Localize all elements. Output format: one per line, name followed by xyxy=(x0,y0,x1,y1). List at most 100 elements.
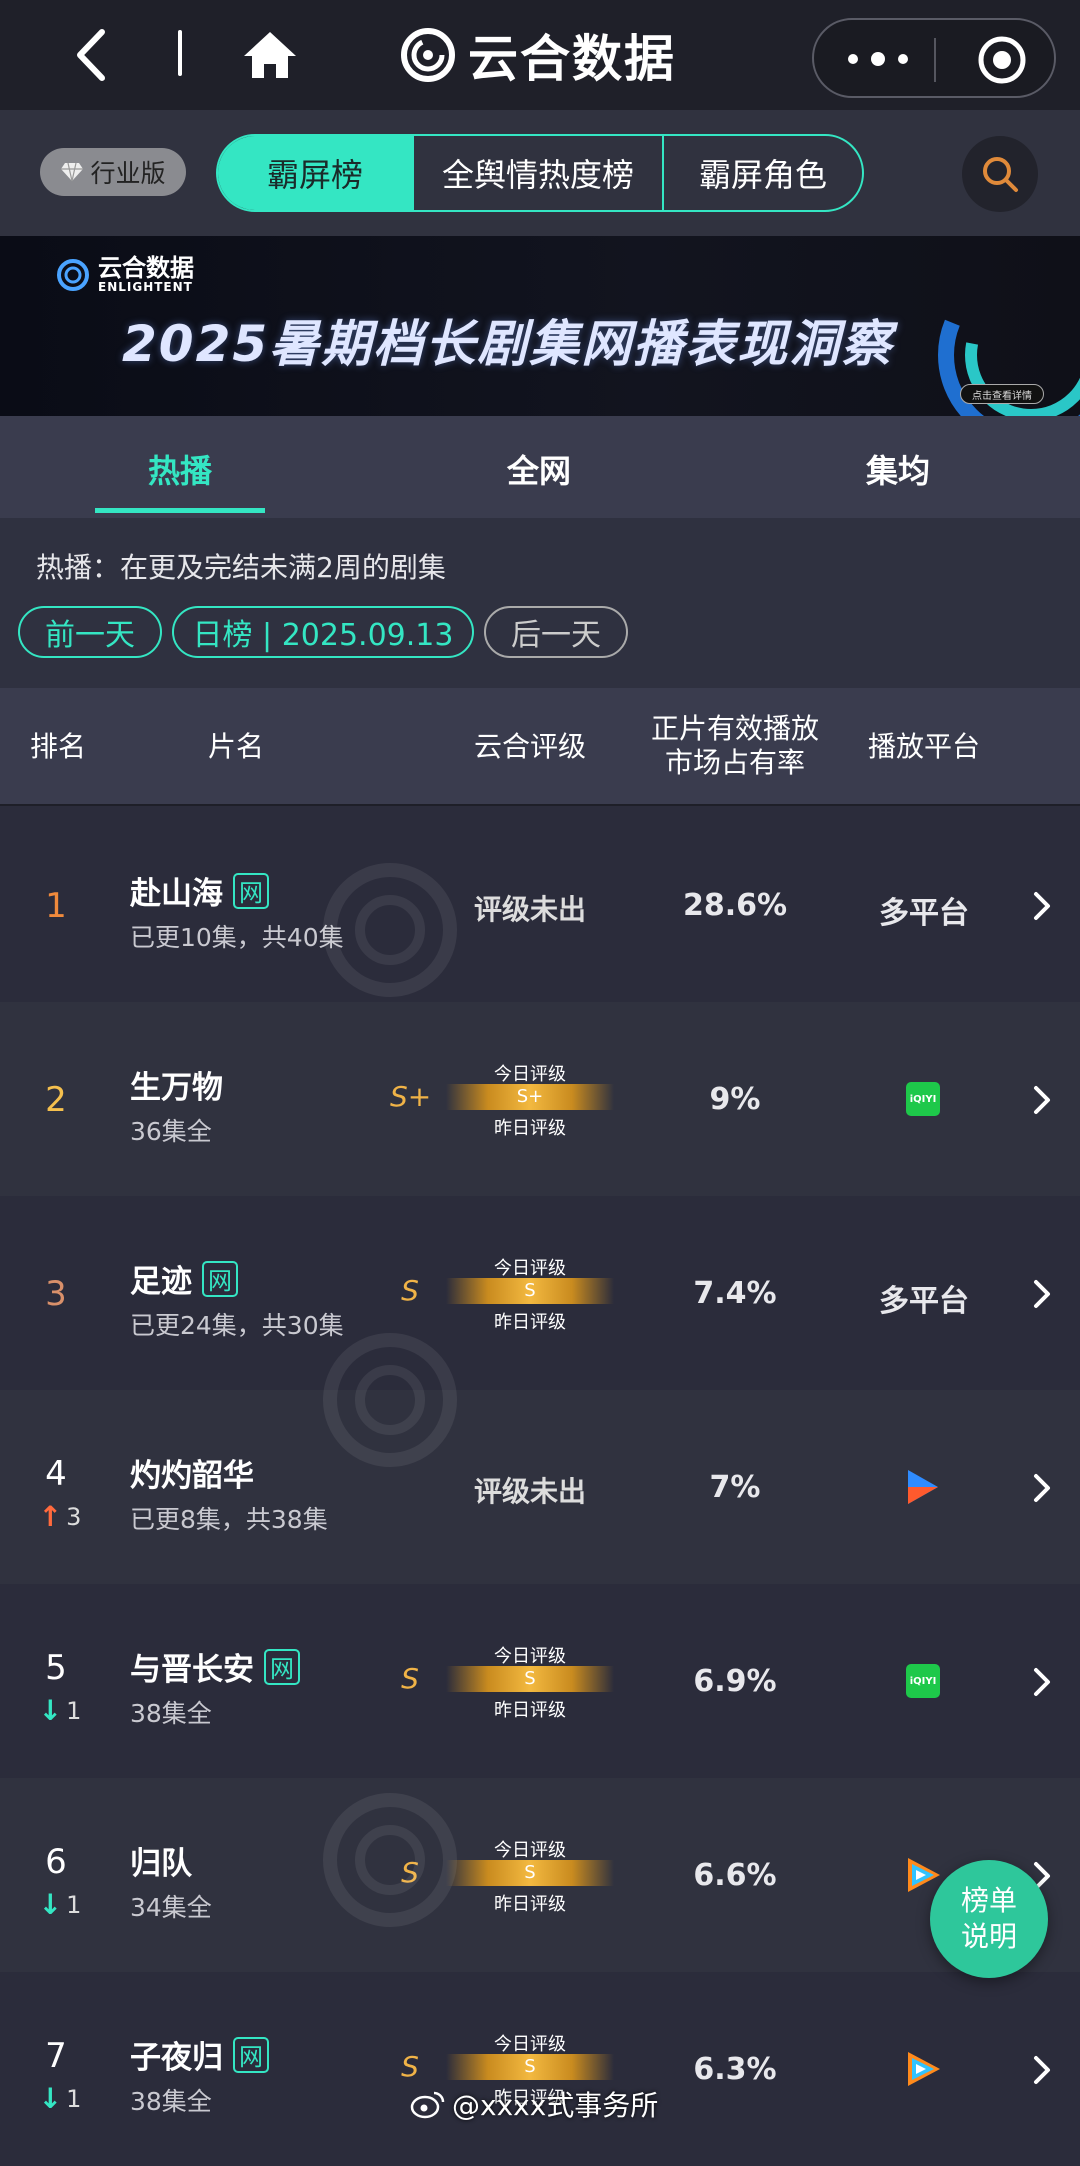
active-subtab-indicator xyxy=(95,508,265,513)
grade-pending: 评级未出 xyxy=(473,893,586,926)
header-title: 片名 xyxy=(207,730,264,763)
platform-multi: 多平台 xyxy=(879,1284,969,1319)
previous-day-button[interactable]: 前一天 xyxy=(18,606,162,658)
table-row[interactable]: 3 足迹 网 已更24集，共30集 S 今日评级 S 昨日评级 7.4% 多平台 xyxy=(0,1196,1080,1390)
episode-status: 38集全 xyxy=(130,1699,212,1728)
show-title-text: 与晋长安 xyxy=(130,1652,254,1688)
rank-down-arrow-icon: ↓ xyxy=(38,1888,63,1921)
web-series-tag: 网 xyxy=(233,872,269,909)
show-title: 生万物 xyxy=(130,1062,223,1107)
more-icon[interactable] xyxy=(848,44,908,74)
grade-letter: S xyxy=(401,2050,419,2083)
subtab-per-episode[interactable]: 集均 xyxy=(866,446,930,492)
rank-change: ↓ 1 xyxy=(30,2082,90,2115)
header-grade: 云合评级 xyxy=(473,730,586,763)
yesterday-grade-label: 昨日评级 xyxy=(494,1700,566,1721)
weibo-handle: @xxxx式事务所 xyxy=(452,2089,659,2122)
iqiyi-icon: iQIYI xyxy=(906,1082,940,1116)
rank-down-arrow-icon: ↓ xyxy=(38,2082,63,2115)
show-title: 归队 xyxy=(130,1838,192,1883)
market-share: 28.6% xyxy=(682,888,788,923)
header-platform: 播放平台 xyxy=(867,730,980,763)
market-share: 7% xyxy=(709,1470,761,1505)
table-row[interactable]: 4 ↑ 3 灼灼韶华 已更8集，共38集 评级未出 7% xyxy=(0,1390,1080,1584)
banner-logo-icon xyxy=(57,259,89,291)
iqiyi-icon: iQIYI xyxy=(906,1664,940,1698)
date-selector[interactable]: 日榜 | 2025.09.13 xyxy=(172,606,474,658)
nav-separator xyxy=(178,30,182,76)
next-day-button[interactable]: 后一天 xyxy=(484,606,628,658)
banner-logo-en: ENLIGHTENT xyxy=(98,280,193,294)
rank-change: ↓ 1 xyxy=(30,1694,90,1727)
brand-name: 云合数据 xyxy=(468,30,676,88)
today-grade-label: 今日评级 xyxy=(494,1258,566,1279)
banner-title: 2025暑期档长剧集网播表现洞察 xyxy=(122,315,894,373)
grade-value: S xyxy=(524,1280,536,1301)
chevron-right-icon[interactable] xyxy=(1030,2052,1054,2088)
table-row[interactable]: 6 ↓ 1 归队 34集全 S 今日评级 S 昨日评级 6.6% xyxy=(0,1778,1080,1972)
grade-pending: 评级未出 xyxy=(473,1475,586,1508)
rank-change-value: 3 xyxy=(66,1502,82,1531)
chevron-right-icon[interactable] xyxy=(1030,1470,1054,1506)
brand-logo-icon xyxy=(401,28,455,82)
chevron-right-icon[interactable] xyxy=(1030,1664,1054,1700)
ranking-explanation-button[interactable]: 榜单 说明 xyxy=(930,1860,1048,1978)
table-header: 排名 片名 云合评级 正片有效播放 市场占有率 播放平台 xyxy=(0,688,1080,806)
tencent-video-icon xyxy=(908,2052,940,2086)
episode-status: 34集全 xyxy=(130,1893,212,1922)
market-share: 6.9% xyxy=(693,1664,777,1699)
yesterday-grade-label: 昨日评级 xyxy=(494,1312,566,1333)
banner-detail-button[interactable]: 点击查看详情 xyxy=(960,384,1044,404)
tab-dominance-list[interactable]: 霸屏榜 xyxy=(218,136,414,210)
search-button[interactable] xyxy=(962,136,1038,212)
tab-dominant-roles[interactable]: 霸屏角色 xyxy=(664,136,862,210)
episode-status: 38集全 xyxy=(130,2087,212,2116)
market-share: 7.4% xyxy=(693,1276,777,1311)
header-share-line2: 市场占有率 xyxy=(664,746,805,779)
promo-banner[interactable]: 云合数据 ENLIGHTENT 2025暑期档长剧集网播表现洞察 点击查看详情 xyxy=(0,236,1080,416)
today-grade-label: 今日评级 xyxy=(494,1064,566,1085)
subtab-hot[interactable]: 热播 xyxy=(148,446,212,492)
ranking-tabs: 霸屏榜 全舆情热度榜 霸屏角色 xyxy=(216,134,864,212)
table-row[interactable]: 1 赴山海 网 已更10集，共40集 评级未出 28.6% 多平台 xyxy=(0,808,1080,1002)
grade-letter: S xyxy=(401,1662,419,1695)
back-icon[interactable] xyxy=(62,22,122,88)
date-filter-section: 热播：在更及完结未满2周的剧集 前一天 日榜 | 2025.09.13 后一天 xyxy=(0,518,1080,688)
brand: 云合数据 xyxy=(400,22,676,88)
grade-gauge: 今日评级 S+ 昨日评级 xyxy=(446,1060,614,1139)
weibo-icon xyxy=(410,2091,445,2119)
show-title-text: 子夜归 xyxy=(130,2040,223,2076)
web-series-tag: 网 xyxy=(233,2036,269,2073)
top-navigation-bar: 云合数据 xyxy=(0,0,1080,110)
chevron-right-icon[interactable] xyxy=(1030,1276,1054,1312)
list-description: 热播：在更及完结未满2周的剧集 xyxy=(36,551,446,584)
header-share-line1: 正片有效播放 xyxy=(650,712,819,745)
table-row[interactable]: 7 ↓ 1 子夜归 网 38集全 S 今日评级 S 昨日评级 6.3% xyxy=(0,1972,1080,2166)
rank-change-value: 1 xyxy=(66,1890,82,1919)
grade-gauge: 今日评级 S 昨日评级 xyxy=(446,1254,614,1333)
grade-gauge: 今日评级 S 昨日评级 xyxy=(446,1642,614,1721)
rank-number: 5 xyxy=(45,1648,67,1688)
rank-up-arrow-icon: ↑ xyxy=(38,1500,63,1533)
grade-gauge: 今日评级 S 昨日评级 xyxy=(446,1836,614,1915)
explanation-line1: 榜单 xyxy=(960,1884,1017,1917)
subtab-all-network[interactable]: 全网 xyxy=(507,446,571,492)
table-row[interactable]: 5 ↓ 1 与晋长安 网 38集全 S 今日评级 S 昨日评级 6.9% iQIYI xyxy=(0,1584,1080,1778)
home-icon[interactable] xyxy=(238,22,302,88)
show-title-text: 足迹 xyxy=(130,1264,192,1300)
grade-value: S xyxy=(524,1862,536,1883)
chevron-right-icon[interactable] xyxy=(1030,1082,1054,1118)
industry-edition-badge[interactable]: 行业版 xyxy=(40,148,186,196)
rank-down-arrow-icon: ↓ xyxy=(38,1694,63,1727)
tab-public-opinion-heat[interactable]: 全舆情热度榜 xyxy=(414,136,664,210)
web-series-tag: 网 xyxy=(264,1648,300,1685)
market-share: 6.3% xyxy=(693,2052,777,2087)
table-row[interactable]: 2 生万物 36集全 S+ 今日评级 S+ 昨日评级 9% iQIYI xyxy=(0,1002,1080,1196)
show-title-text: 归队 xyxy=(130,1846,192,1882)
grade-letter: S xyxy=(401,1856,419,1889)
chevron-right-icon[interactable] xyxy=(1030,888,1054,924)
show-title: 灼灼韶华 xyxy=(130,1450,254,1495)
close-target-icon[interactable] xyxy=(976,34,1028,86)
weibo-watermark: @xxxx式事务所 xyxy=(410,2084,658,2124)
explanation-line2: 说明 xyxy=(960,1920,1017,1953)
